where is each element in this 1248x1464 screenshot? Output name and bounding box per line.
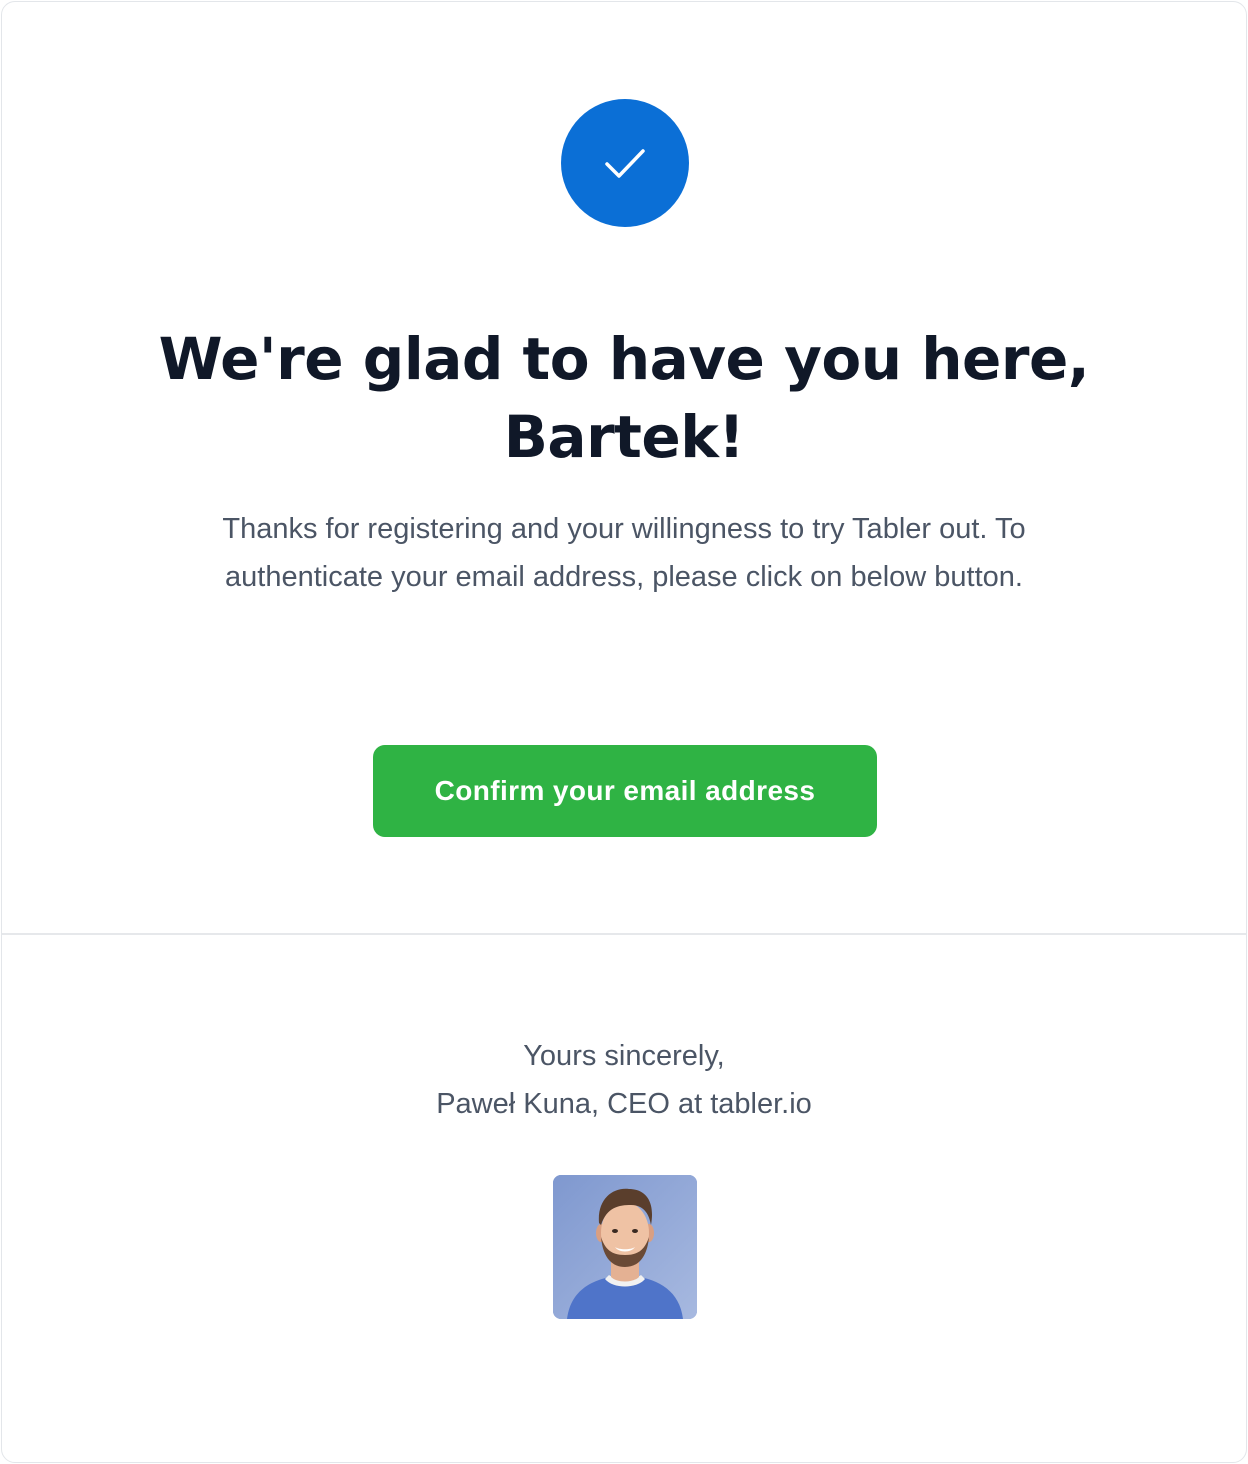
closing-text: Yours sincerely,: [523, 1040, 725, 1072]
intro-text: Thanks for registering and your willingn…: [222, 513, 1026, 593]
email-body: We're glad to have you here, Bartek! Tha…: [2, 2, 1246, 933]
divider: [2, 933, 1246, 935]
headline: We're glad to have you here, Bartek!: [158, 325, 1090, 471]
signoff: Yours sincerely, Paweł Kuna, CEO at tabl…: [2, 1032, 1246, 1128]
email-card: We're glad to have you here, Bartek! Tha…: [1, 1, 1247, 1463]
signature-text: Paweł Kuna, CEO at tabler.io: [436, 1088, 812, 1120]
check-icon: [561, 99, 689, 227]
confirm-email-button[interactable]: Confirm your email address: [373, 745, 877, 837]
avatar: [553, 1175, 697, 1319]
